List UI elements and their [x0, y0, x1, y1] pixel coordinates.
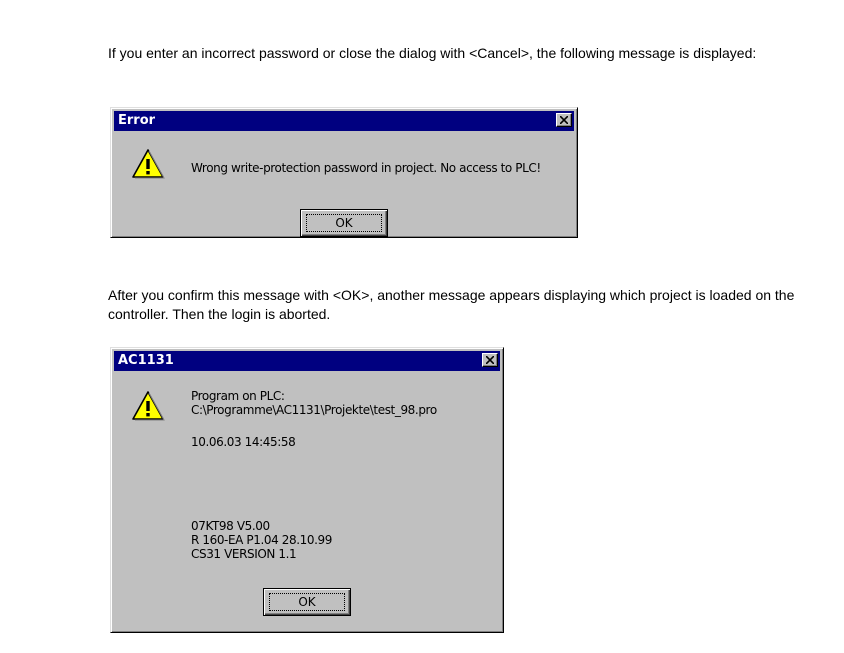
error-dialog-title: Error — [118, 113, 156, 128]
intro-paragraph: If you enter an incorrect password or cl… — [108, 45, 757, 61]
error-message: Wrong write-protection password in proje… — [191, 161, 541, 175]
warning-icon — [132, 149, 165, 179]
warning-icon — [132, 391, 165, 421]
controller-version: 07KT98 V5.00 — [191, 519, 270, 533]
error-ok-button[interactable]: OK — [300, 209, 388, 237]
ac1131-dialog: AC1131 Program on PLC: C:\Programme\AC11… — [110, 347, 504, 633]
close-icon — [560, 116, 568, 124]
ok-button-label: OK — [269, 593, 345, 611]
ac1131-ok-button[interactable]: OK — [263, 588, 351, 616]
program-label: Program on PLC: — [191, 389, 285, 403]
error-dialog: Error Wrong write-protection password in… — [110, 107, 578, 238]
error-dialog-close-button[interactable] — [556, 113, 572, 127]
ac1131-dialog-titlebar: AC1131 — [114, 351, 500, 371]
close-icon — [486, 356, 494, 364]
error-dialog-titlebar: Error — [114, 111, 574, 131]
ac1131-dialog-title: AC1131 — [118, 353, 174, 368]
ac1131-dialog-close-button[interactable] — [482, 353, 498, 367]
project-path: C:\Programme\AC1131\Projekte\test_98.pro — [191, 403, 437, 417]
module-version: R 160-EA P1.04 28.10.99 — [191, 533, 332, 547]
cs31-version: CS31 VERSION 1.1 — [191, 547, 297, 561]
timestamp: 10.06.03 14:45:58 — [191, 435, 296, 449]
followup-paragraph: After you confirm this message with <OK>… — [108, 287, 795, 322]
ok-button-label: OK — [306, 214, 382, 232]
